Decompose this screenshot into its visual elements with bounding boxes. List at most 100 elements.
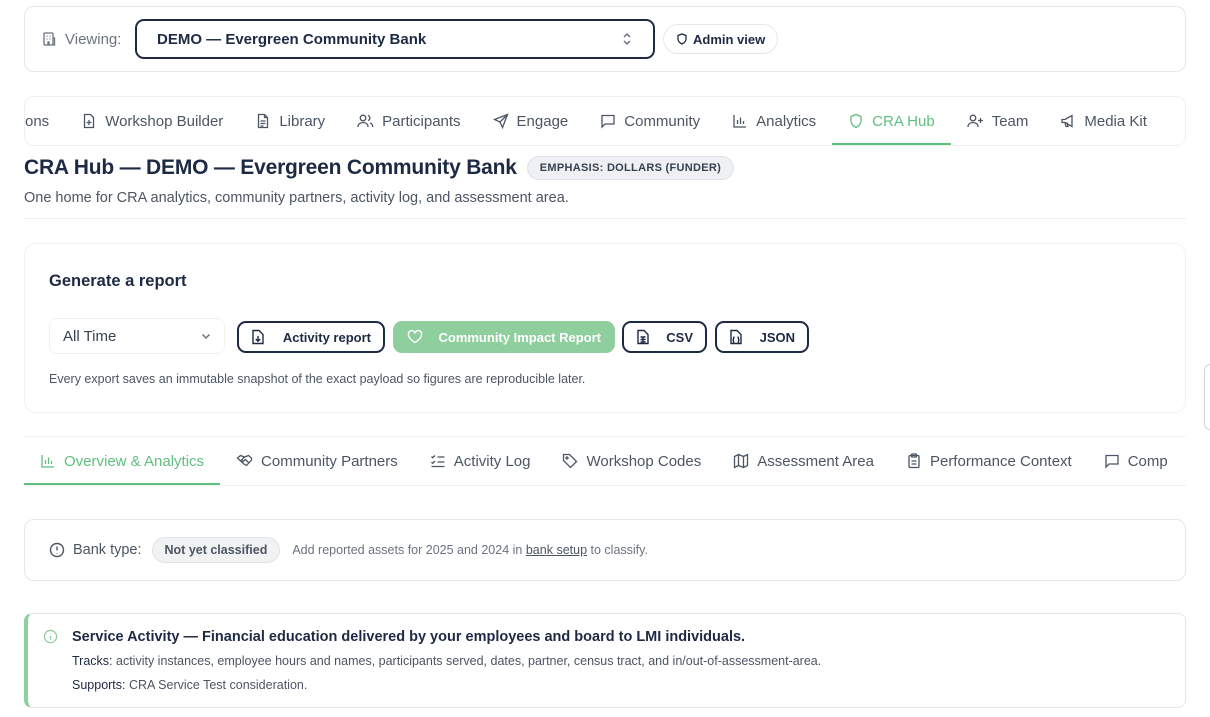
subtab-community-partners[interactable]: Community Partners xyxy=(220,437,414,485)
shield-icon xyxy=(676,33,688,45)
json-export-button[interactable]: JSON xyxy=(715,321,809,353)
clipboard-icon xyxy=(906,453,922,469)
tag-icon xyxy=(562,453,578,469)
viewing-bar: Viewing: DEMO — Evergreen Community Bank… xyxy=(24,6,1186,72)
bank-type-card: Bank type: Not yet classified Add report… xyxy=(24,519,1186,581)
subtab-label: Workshop Codes xyxy=(586,452,702,470)
tracks-label: Tracks: xyxy=(72,654,113,668)
subtab-label: Overview & Analytics xyxy=(64,452,205,470)
tab-team[interactable]: Team xyxy=(951,97,1045,145)
shield-icon xyxy=(848,113,864,129)
subtab-label: Activity Log xyxy=(453,452,531,470)
subtab-comp[interactable]: Comp xyxy=(1088,437,1184,485)
tab-ons[interactable]: ons xyxy=(25,97,65,145)
handshake-icon xyxy=(236,453,253,469)
tab-library[interactable]: Library xyxy=(239,97,341,145)
subtab-assessment-area[interactable]: Assessment Area xyxy=(717,437,890,485)
csv-export-button[interactable]: CSV xyxy=(622,321,707,353)
tab-media-kit[interactable]: Media Kit xyxy=(1044,97,1163,145)
tab-label: CRA Hub xyxy=(872,112,935,130)
file-json-icon xyxy=(729,329,743,345)
community-impact-report-label: Community Impact Report xyxy=(438,329,601,345)
supports-text: CRA Service Test consideration. xyxy=(129,678,308,692)
service-activity-card: Service Activity — Financial education d… xyxy=(24,613,1186,708)
viewing-label-group: Viewing: xyxy=(41,7,121,71)
subtab-label: Assessment Area xyxy=(757,452,874,470)
main-tab-bar: ons Workshop Builder Library Participant… xyxy=(24,96,1186,146)
tab-community[interactable]: Community xyxy=(584,97,716,145)
bank-type-status-badge: Not yet classified xyxy=(151,537,281,563)
bar-chart-icon xyxy=(732,113,748,129)
tab-label: Community xyxy=(624,112,701,130)
tab-label: Engage xyxy=(516,112,569,130)
supports-label: Supports: xyxy=(72,678,126,692)
tab-label: Library xyxy=(279,112,326,130)
file-spreadsheet-icon xyxy=(636,329,650,345)
bank-select-value: DEMO — Evergreen Community Bank xyxy=(157,30,427,48)
heart-icon xyxy=(407,330,423,344)
period-select[interactable]: All Time xyxy=(49,318,225,354)
file-text-icon xyxy=(255,113,271,129)
alert-circle-icon xyxy=(49,542,65,558)
bar-chart-icon xyxy=(40,453,56,469)
bank-type-note-prefix: Add reported assets for 2025 and 2024 in xyxy=(292,543,523,557)
file-download-icon xyxy=(251,329,265,345)
subtab-label: Performance Context xyxy=(929,452,1072,470)
list-checks-icon xyxy=(430,453,446,469)
chevrons-up-down-icon xyxy=(621,31,633,47)
building-icon xyxy=(41,31,57,47)
bank-select[interactable]: DEMO — Evergreen Community Bank xyxy=(135,19,655,59)
tab-label: Participants xyxy=(382,112,461,130)
send-icon xyxy=(492,113,509,129)
subtab-workshop-codes[interactable]: Workshop Codes xyxy=(546,437,717,485)
service-tracks-line: Tracks: activity instances, employee hou… xyxy=(72,654,821,668)
users-icon xyxy=(357,113,374,129)
subtab-performance-context[interactable]: Performance Context xyxy=(890,437,1088,485)
divider xyxy=(24,218,1186,219)
side-panel-handle[interactable] xyxy=(1204,364,1210,430)
generate-report-card: Generate a report All Time Activity repo… xyxy=(24,243,1186,413)
tab-label: Team xyxy=(991,112,1029,130)
service-activity-title: Service Activity — Financial education d… xyxy=(72,629,746,645)
tab-participants[interactable]: Participants xyxy=(341,97,476,145)
file-plus-icon xyxy=(81,113,97,129)
period-select-value: All Time xyxy=(63,327,117,345)
report-note: Every export saves an immutable snapshot… xyxy=(49,372,586,386)
tab-label: ons xyxy=(25,112,50,130)
tab-analytics[interactable]: Analytics xyxy=(716,97,832,145)
cra-sub-tab-bar: Overview & Analytics Community Partners … xyxy=(24,436,1186,486)
info-icon xyxy=(43,629,58,644)
bank-type-label: Bank type: xyxy=(73,542,142,558)
bank-setup-link[interactable]: bank setup xyxy=(526,543,587,557)
tab-label: Workshop Builder xyxy=(105,112,224,130)
page-title: CRA Hub — DEMO — Evergreen Community Ban… xyxy=(24,156,517,179)
subtab-label: Community Partners xyxy=(261,452,398,470)
page-header: CRA Hub — DEMO — Evergreen Community Ban… xyxy=(24,156,735,180)
tracks-text: activity instances, employee hours and n… xyxy=(116,654,822,668)
subtab-overview-analytics[interactable]: Overview & Analytics xyxy=(24,437,221,485)
megaphone-icon xyxy=(1060,113,1076,129)
admin-view-label: Admin view xyxy=(693,31,766,47)
viewing-label: Viewing: xyxy=(65,30,122,48)
admin-view-badge[interactable]: Admin view xyxy=(663,24,779,54)
subtab-label: Comp xyxy=(1127,452,1168,470)
tab-engage[interactable]: Engage xyxy=(477,97,585,145)
activity-report-label: Activity report xyxy=(282,329,371,345)
subtab-activity-log[interactable]: Activity Log xyxy=(414,437,547,485)
tab-label: Analytics xyxy=(756,112,817,130)
tab-cra-hub[interactable]: CRA Hub xyxy=(832,97,951,145)
message-square-icon xyxy=(1104,453,1120,469)
json-label: JSON xyxy=(759,329,795,345)
tab-workshop-builder[interactable]: Workshop Builder xyxy=(65,97,239,145)
bank-type-note: Add reported assets for 2025 and 2024 in… xyxy=(292,543,648,557)
chevron-down-icon xyxy=(200,330,212,342)
report-title: Generate a report xyxy=(49,272,187,290)
service-supports-line: Supports: CRA Service Test consideration… xyxy=(72,678,307,692)
tab-label: Media Kit xyxy=(1084,112,1147,130)
page-subtitle: One home for CRA analytics, community pa… xyxy=(24,190,569,206)
csv-label: CSV xyxy=(666,329,693,345)
community-impact-report-button[interactable]: Community Impact Report xyxy=(393,321,615,353)
bank-type-note-suffix: to classify. xyxy=(590,543,648,557)
activity-report-button[interactable]: Activity report xyxy=(237,321,385,353)
user-plus-icon xyxy=(967,113,984,129)
